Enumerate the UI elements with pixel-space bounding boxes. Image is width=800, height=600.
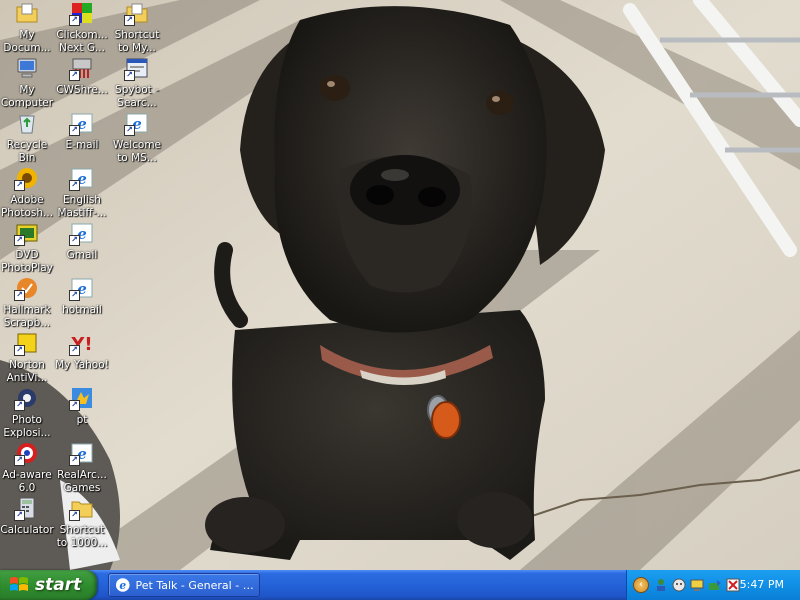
desktop-icon-spybot[interactable]: ↗ Spybot - Searc...: [110, 55, 164, 109]
shortcut-arrow-icon: ↗: [69, 235, 80, 246]
taskbar-button-label: Pet Talk - General - M...: [135, 578, 259, 592]
desktop-icon-pt[interactable]: ↗ pt: [55, 385, 109, 439]
shortcut-arrow-icon: ↗: [69, 455, 80, 466]
desktop-icon-gmail[interactable]: e ↗ Gmail: [55, 220, 109, 274]
hallmark-icon: ↗: [14, 276, 39, 301]
norton-icon: ↗: [14, 331, 39, 356]
desktop-icon-area: My Docum... My Computer Recycle Bin ↗ Ad…: [0, 0, 170, 570]
desktop-icon-hallmark-scrapbook[interactable]: ↗ Hallmark Scrapb...: [0, 275, 54, 329]
shortcut-arrow-icon: ↗: [69, 15, 80, 26]
shortcut-arrow-icon: ↗: [14, 510, 25, 521]
spybot-icon: ↗: [124, 56, 149, 81]
pt-icon: ↗: [69, 386, 94, 411]
shortcut-arrow-icon: ↗: [124, 70, 135, 81]
system-tray: ‹ 5:47 PM: [626, 570, 800, 600]
shortcut-arrow-icon: ↗: [69, 290, 80, 301]
messenger-icon[interactable]: [671, 577, 687, 593]
clickomania-icon: ↗: [69, 1, 94, 26]
ie-icon: e ↗: [124, 111, 149, 136]
folder-documents-icon: [15, 1, 39, 25]
show-hidden-icons-button[interactable]: ‹: [633, 577, 649, 593]
calculator-icon: ↗: [14, 496, 39, 521]
windows-logo-icon: [10, 577, 28, 591]
desktop-icon-clickomania[interactable]: ↗ Clickom... Next G...: [55, 0, 109, 54]
desktop-icon-photo-explosion[interactable]: ↗ Photo Explosi...: [0, 385, 54, 439]
clock[interactable]: 5:47 PM: [740, 578, 784, 591]
cwshredder-icon: ↗: [69, 56, 94, 81]
desktop-icon-realarcade-games[interactable]: e ↗ RealArc... Games: [55, 440, 109, 494]
start-label: start: [35, 575, 82, 595]
folder-icon: ↗: [69, 496, 94, 521]
desktop-icon-norton-antivirus[interactable]: ↗ Norton AntiVi...: [0, 330, 54, 384]
ie-icon: e: [115, 578, 130, 592]
dvd-icon: ↗: [14, 221, 39, 246]
ie-icon: e ↗: [69, 276, 94, 301]
desktop-icon-cwshredder[interactable]: ↗ CWShre...: [55, 55, 109, 109]
antivirus-icon[interactable]: [725, 577, 741, 593]
photo-explosion-icon: ↗: [14, 386, 39, 411]
ie-icon: e ↗: [69, 221, 94, 246]
desktop-icon-english-mastiff[interactable]: e ↗ English Mastiff-...: [55, 165, 109, 219]
desktop-icon-hotmail[interactable]: e ↗ hotmail: [55, 275, 109, 329]
shortcut-arrow-icon: ↗: [69, 345, 80, 356]
desktop-icon-email[interactable]: e ↗ E-mail: [55, 110, 109, 164]
safely-remove-icon[interactable]: [707, 577, 723, 593]
desktop-icon-ad-aware[interactable]: ↗ Ad-aware 6.0: [0, 440, 54, 494]
shortcut-arrow-icon: ↗: [124, 15, 135, 26]
ie-icon: e ↗: [69, 166, 94, 191]
taskbar-button-pet-talk[interactable]: e Pet Talk - General - M...: [108, 573, 260, 597]
photoshop-icon: ↗: [14, 166, 39, 191]
shortcut-arrow-icon: ↗: [124, 125, 135, 136]
shortcut-arrow-icon: ↗: [69, 125, 80, 136]
taskbar: start e Pet Talk - General - M... ‹ 5:47…: [0, 570, 800, 600]
computer-icon: [15, 56, 39, 80]
shortcut-arrow-icon: ↗: [69, 510, 80, 521]
network-icon[interactable]: [653, 577, 669, 593]
shortcut-arrow-icon: ↗: [14, 290, 25, 301]
desktop-icon-recycle-bin[interactable]: Recycle Bin: [0, 110, 54, 164]
start-button[interactable]: start: [0, 570, 97, 600]
shortcut-arrow-icon: ↗: [14, 235, 25, 246]
desktop-icon-my-yahoo[interactable]: Y! ↗ My Yahoo!: [55, 330, 109, 384]
desktop-icon-welcome-to-msn[interactable]: e ↗ Welcome to MS...: [110, 110, 164, 164]
display-icon[interactable]: [689, 577, 705, 593]
ie-icon: e ↗: [69, 111, 94, 136]
shortcut-arrow-icon: ↗: [14, 455, 25, 466]
desktop-icon-shortcut-to-my-documents[interactable]: ↗ Shortcut to My...: [110, 0, 164, 54]
shortcut-arrow-icon: ↗: [69, 400, 80, 411]
desktop-icon-my-computer[interactable]: My Computer: [0, 55, 54, 109]
ie-icon: e ↗: [69, 441, 94, 466]
shortcut-arrow-icon: ↗: [14, 400, 25, 411]
shortcut-arrow-icon: ↗: [14, 345, 25, 356]
desktop-icon-shortcut-to-1000[interactable]: ↗ Shortcut to 1000...: [55, 495, 109, 549]
shortcut-arrow-icon: ↗: [69, 180, 80, 191]
shortcut-arrow-icon: ↗: [14, 180, 25, 191]
folder-documents-icon: ↗: [124, 1, 149, 26]
desktop-icon-adobe-photoshop[interactable]: ↗ Adobe Photosh...: [0, 165, 54, 219]
svg-text:e: e: [119, 579, 126, 592]
shortcut-arrow-icon: ↗: [69, 70, 80, 81]
desktop-icon-dvd-photoplay[interactable]: ↗ DVD PhotoPlay: [0, 220, 54, 274]
yahoo-icon: Y! ↗: [69, 331, 94, 356]
desktop-icon-my-documents[interactable]: My Docum...: [0, 0, 54, 54]
adaware-icon: ↗: [14, 441, 39, 466]
desktop-icon-calculator[interactable]: ↗ Calculator: [0, 495, 54, 549]
recycle-bin-icon: [15, 111, 39, 135]
